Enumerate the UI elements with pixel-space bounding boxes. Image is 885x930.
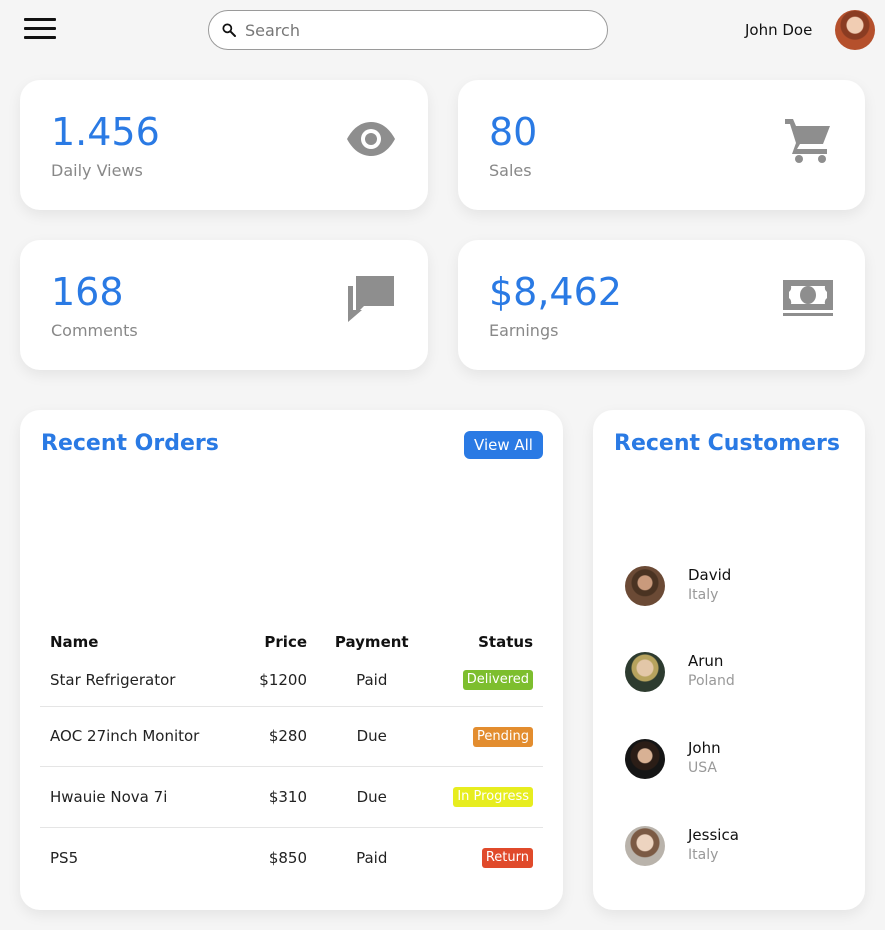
customer-name: Arun: [688, 652, 724, 670]
order-payment: Paid: [317, 826, 427, 888]
stat-value: 1.456: [51, 110, 160, 154]
order-status-cell: Delivered: [426, 654, 543, 706]
stat-label: Sales: [489, 161, 532, 180]
customer-avatar: [625, 566, 665, 606]
customer-avatar: [625, 826, 665, 866]
order-price: $280: [237, 705, 318, 767]
hamburger-menu-icon[interactable]: [24, 18, 56, 42]
order-status-cell: In Progress: [426, 766, 543, 827]
status-badge: In Progress: [453, 787, 533, 808]
recent-orders-title: Recent Orders: [41, 431, 219, 456]
search-icon: [222, 23, 236, 37]
recent-customers-title: Recent Customers: [614, 431, 840, 456]
customer-country: Poland: [688, 673, 735, 689]
order-name: AOC 27inch Monitor: [40, 705, 238, 767]
top-bar: John Doe: [0, 0, 885, 62]
orders-table: Name Price Payment Status Star Refrigera…: [40, 630, 543, 888]
stat-card-earnings[interactable]: $8,462 Earnings: [458, 240, 865, 370]
table-row[interactable]: PS5 $850 Paid Return: [40, 826, 543, 888]
order-status-cell: Pending: [426, 705, 543, 767]
customer-avatar: [625, 739, 665, 779]
status-badge: Pending: [473, 726, 533, 747]
order-price: $310: [237, 766, 318, 827]
order-price: $1200: [259, 670, 308, 689]
order-status-cell: Return: [426, 826, 543, 888]
recent-customers-panel: Recent Customers David Italy Arun Poland…: [593, 410, 865, 910]
order-payment: Due: [317, 705, 427, 767]
eye-icon: [347, 122, 395, 156]
customer-name: John: [688, 739, 721, 757]
customer-country: Italy: [688, 587, 719, 603]
status-badge: Return: [481, 848, 533, 868]
order-name: Hwauie Nova 7i: [40, 766, 238, 827]
column-header-payment: Payment: [334, 633, 409, 651]
stat-card-daily-views[interactable]: 1.456 Daily Views: [20, 80, 428, 210]
table-row[interactable]: Star Refrigerator $1200 Paid Delivered: [40, 654, 543, 706]
view-all-button[interactable]: View All: [464, 431, 543, 459]
money-icon: [783, 280, 833, 316]
stat-card-sales[interactable]: 80 Sales: [458, 80, 865, 210]
column-header-price: Price: [264, 633, 308, 651]
order-payment: Paid: [356, 670, 388, 689]
customer-name: David: [688, 566, 732, 584]
stat-value: 168: [51, 270, 124, 314]
table-header-row: Name Price Payment Status: [40, 630, 543, 654]
stat-label: Comments: [51, 321, 138, 340]
table-row[interactable]: Hwauie Nova 7i $310 Due In Progress: [40, 766, 543, 827]
table-row[interactable]: AOC 27inch Monitor $280 Due Pending: [40, 705, 543, 767]
order-name: PS5: [40, 826, 238, 888]
column-header-name: Name: [50, 633, 99, 651]
user-avatar[interactable]: [835, 10, 875, 50]
stat-card-comments[interactable]: 168 Comments: [20, 240, 428, 370]
stat-value: 80: [489, 110, 538, 154]
customer-country: Italy: [688, 847, 719, 863]
search-input[interactable]: [245, 20, 585, 40]
column-header-status: Status: [478, 633, 533, 651]
customer-name: Jessica: [688, 826, 739, 844]
chat-icon: [348, 276, 394, 322]
stat-label: Daily Views: [51, 161, 143, 180]
cart-icon: [785, 119, 830, 163]
order-payment: Due: [317, 766, 427, 827]
stat-label: Earnings: [489, 321, 559, 340]
search-bar[interactable]: [208, 10, 608, 50]
customer-country: USA: [688, 760, 717, 776]
user-name: John Doe: [745, 21, 813, 39]
recent-orders-panel: Recent Orders View All Name Price Paymen…: [20, 410, 563, 910]
status-badge: Delivered: [462, 670, 533, 691]
customer-avatar: [625, 652, 665, 692]
order-name: Star Refrigerator: [50, 670, 176, 689]
stat-value: $8,462: [489, 270, 622, 314]
order-price: $850: [237, 826, 318, 888]
